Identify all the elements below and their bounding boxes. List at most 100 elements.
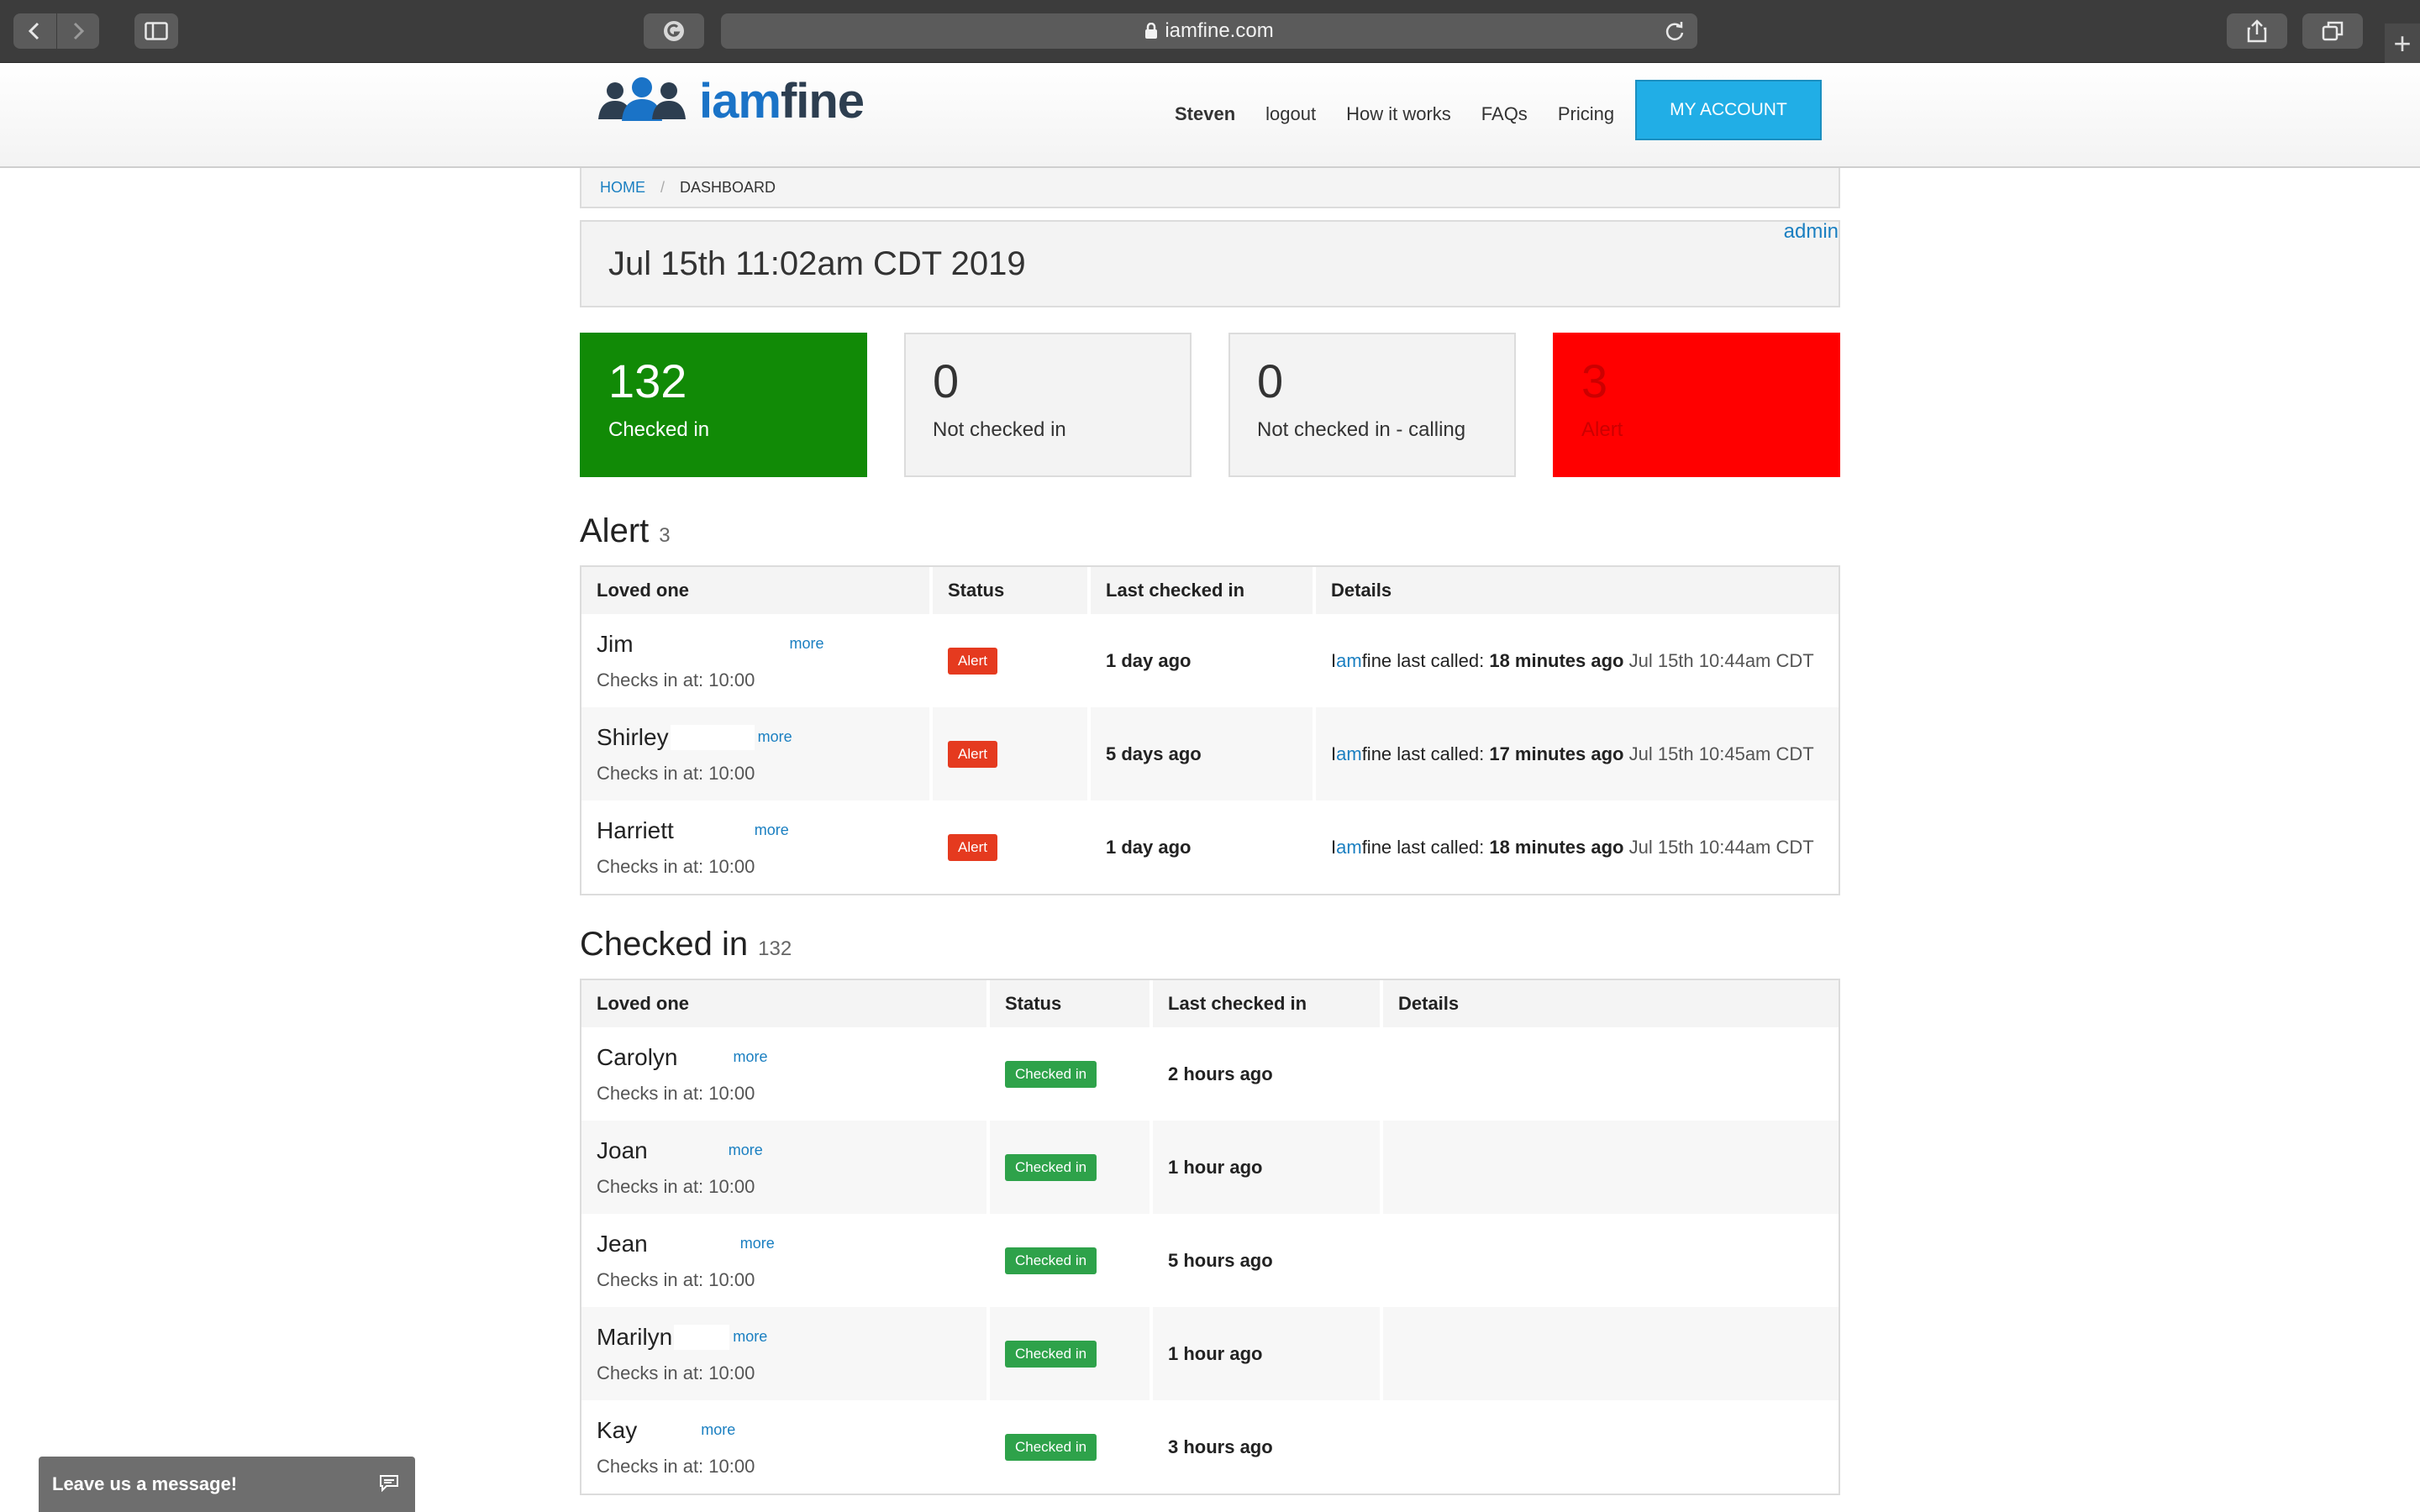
stat-not-checked-in-calling[interactable]: 0 Not checked in - calling bbox=[1228, 333, 1516, 477]
call-details: Iamfine last called: 17 minutes ago Jul … bbox=[1331, 743, 1814, 764]
sidebar-icon bbox=[145, 22, 168, 40]
details-text: fine last called: bbox=[1361, 743, 1490, 764]
table-row: Marilyn more Checks in at: 10:00 Checked … bbox=[581, 1307, 1839, 1400]
stat-label: Not checked in - calling bbox=[1257, 418, 1466, 441]
table-header-row: Loved one Status Last checked in Details bbox=[581, 567, 1839, 614]
table-row: Jim more Checks in at: 10:00 Alert 1 day … bbox=[581, 614, 1839, 707]
leave-message-chat-widget[interactable]: Leave us a message! bbox=[39, 1457, 415, 1512]
loved-one-name: Shirley bbox=[597, 723, 669, 750]
nav-pricing[interactable]: Pricing bbox=[1558, 103, 1614, 125]
sidebar-toggle-button[interactable] bbox=[134, 13, 178, 49]
last-checked-cell: 5 hours ago bbox=[1151, 1214, 1383, 1307]
status-cell: Alert bbox=[931, 801, 1091, 894]
share-button[interactable] bbox=[2227, 13, 2287, 49]
loved-one-cell: Kay more Checks in at: 10:00 bbox=[581, 1400, 990, 1494]
details-ago: 18 minutes ago bbox=[1489, 649, 1624, 671]
column-header-last-checked-in: Last checked in bbox=[1089, 567, 1316, 614]
table-row: Carolyn more Checks in at: 10:00 Checked … bbox=[581, 1027, 1839, 1121]
checked-in-section-title: Checked in 132 bbox=[580, 926, 1840, 963]
status-badge: Alert bbox=[948, 647, 997, 675]
breadcrumb-home[interactable]: HOME bbox=[600, 179, 645, 197]
my-account-button[interactable]: MY ACCOUNT bbox=[1635, 80, 1822, 140]
details-brand-am: am bbox=[1336, 649, 1362, 671]
address-bar[interactable]: iamfine.com bbox=[721, 13, 1697, 49]
nav-faqs[interactable]: FAQs bbox=[1481, 103, 1528, 125]
loved-one-name: Jim bbox=[597, 630, 634, 657]
current-date: Jul 15th 11:02am CDT 2019 bbox=[608, 245, 1026, 282]
redacted-surname bbox=[679, 1044, 730, 1070]
more-link[interactable]: more bbox=[740, 1235, 775, 1252]
more-link[interactable]: more bbox=[733, 1048, 767, 1066]
chevron-left-icon bbox=[29, 22, 39, 40]
grammarly-extension-button[interactable] bbox=[644, 13, 704, 49]
people-logo-icon bbox=[598, 77, 686, 121]
stat-not-checked-in[interactable]: 0 Not checked in bbox=[904, 333, 1192, 477]
status-cell: Checked in bbox=[988, 1307, 1153, 1400]
loved-one-name: Marilyn bbox=[597, 1323, 673, 1350]
new-tab-button[interactable]: + bbox=[2385, 24, 2420, 63]
loved-one-name: Carolyn bbox=[597, 1043, 678, 1070]
status-badge: Alert bbox=[948, 740, 997, 768]
section-count: 3 bbox=[659, 524, 671, 547]
column-header-loved-one: Loved one bbox=[581, 567, 933, 614]
details-text: fine last called: bbox=[1361, 836, 1490, 858]
more-link[interactable]: more bbox=[701, 1421, 735, 1439]
details-timestamp: Jul 15th 10:44am CDT bbox=[1623, 649, 1814, 671]
browser-toolbar: iamfine.com + bbox=[0, 0, 2420, 63]
main-content: HOME / DASHBOARD Jul 15th 11:02am CDT 20… bbox=[580, 168, 1840, 1495]
stat-alert[interactable]: 3 Alert bbox=[1553, 333, 1840, 477]
status-badge: Checked in bbox=[1005, 1433, 1097, 1461]
checks-in-time: Checks in at: 10:00 bbox=[597, 1175, 755, 1197]
logo[interactable]: iamfine bbox=[597, 71, 865, 130]
checks-in-time: Checks in at: 10:00 bbox=[597, 1268, 755, 1290]
more-link[interactable]: more bbox=[729, 1142, 763, 1159]
section-heading: Checked in bbox=[580, 926, 749, 963]
more-link[interactable]: more bbox=[758, 728, 792, 746]
forward-button[interactable] bbox=[55, 13, 100, 49]
nav-how-it-works[interactable]: How it works bbox=[1346, 103, 1451, 125]
back-button[interactable] bbox=[13, 13, 56, 49]
stat-checked-in[interactable]: 132 Checked in bbox=[580, 333, 867, 477]
column-header-status: Status bbox=[988, 980, 1153, 1027]
plus-icon: + bbox=[2393, 25, 2412, 60]
logo-wordmark: iamfine bbox=[699, 73, 865, 129]
last-checked-cell: 1 day ago bbox=[1089, 614, 1316, 707]
details-timestamp: Jul 15th 10:45am CDT bbox=[1623, 743, 1814, 764]
tab-overview-button[interactable] bbox=[2302, 13, 2363, 49]
redacted-surname bbox=[639, 1417, 698, 1443]
last-checked-in: 1 hour ago bbox=[1168, 1342, 1263, 1364]
details-cell: Iamfine last called: 18 minutes ago Jul … bbox=[1314, 614, 1839, 707]
status-cell: Alert bbox=[931, 614, 1091, 707]
loved-one-cell: Shirley more Checks in at: 10:00 bbox=[581, 707, 933, 801]
loved-one-name: Kay bbox=[597, 1416, 638, 1443]
stat-label: Alert bbox=[1581, 418, 1623, 441]
logo-suffix: fine bbox=[780, 73, 865, 129]
stat-label: Checked in bbox=[608, 418, 710, 441]
loved-one-name: Joan bbox=[597, 1137, 648, 1163]
checks-in-time: Checks in at: 10:00 bbox=[597, 1455, 755, 1477]
nav-username[interactable]: Steven bbox=[1175, 103, 1235, 125]
stat-label: Not checked in bbox=[933, 418, 1066, 441]
breadcrumb: HOME / DASHBOARD bbox=[580, 168, 1840, 208]
loved-one-cell: Harriett more Checks in at: 10:00 bbox=[581, 801, 933, 894]
column-header-last-checked-in: Last checked in bbox=[1151, 980, 1383, 1027]
loved-one-cell: Carolyn more Checks in at: 10:00 bbox=[581, 1027, 990, 1121]
alert-table: Loved one Status Last checked in Details… bbox=[580, 565, 1840, 895]
last-checked-cell: 5 days ago bbox=[1089, 707, 1316, 801]
reload-icon[interactable] bbox=[1664, 20, 1686, 42]
status-badge: Checked in bbox=[1005, 1340, 1097, 1368]
more-link[interactable]: more bbox=[790, 635, 824, 653]
details-cell bbox=[1381, 1027, 1839, 1121]
stat-value: 0 bbox=[933, 354, 960, 407]
redacted-surname bbox=[674, 1324, 730, 1350]
admin-link[interactable]: admin bbox=[1784, 220, 1839, 244]
status-cell: Checked in bbox=[988, 1121, 1153, 1214]
more-link[interactable]: more bbox=[733, 1328, 767, 1346]
breadcrumb-separator: / bbox=[660, 178, 666, 196]
details-cell bbox=[1381, 1214, 1839, 1307]
more-link[interactable]: more bbox=[755, 822, 789, 839]
redacted-surname bbox=[670, 724, 755, 750]
last-checked-cell: 1 hour ago bbox=[1151, 1307, 1383, 1400]
nav-logout[interactable]: logout bbox=[1265, 103, 1316, 125]
checks-in-time: Checks in at: 10:00 bbox=[597, 1082, 755, 1104]
